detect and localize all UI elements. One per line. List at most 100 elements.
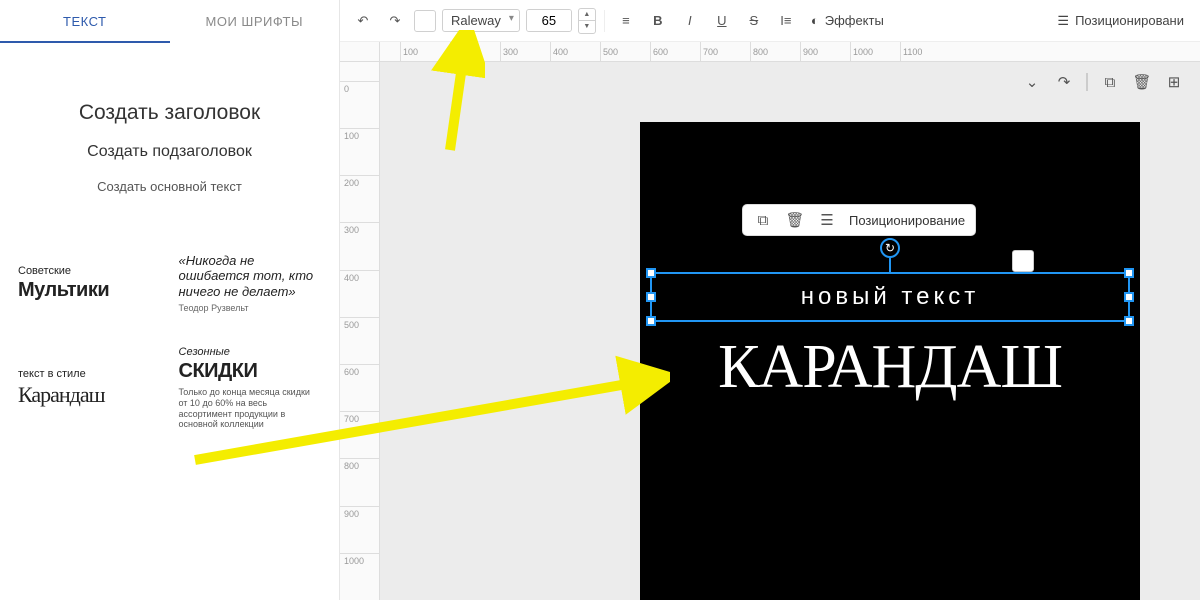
- stepper-down-icon[interactable]: ▼: [579, 21, 595, 33]
- tab-text[interactable]: ТЕКСТ: [0, 0, 170, 43]
- text-presets-grid: Советские Мультики «Никогда не ошибается…: [0, 222, 339, 450]
- undo-button[interactable]: ↶: [350, 8, 376, 34]
- tab-my-fonts[interactable]: МОИ ШРИФТЫ: [170, 0, 340, 43]
- text-preset[interactable]: текст в стиле Карандаш: [18, 346, 161, 430]
- positioning-label: Позиционировани: [1075, 13, 1184, 28]
- strikethrough-button[interactable]: S: [741, 8, 767, 34]
- preset-small-text: Сезонные: [179, 346, 322, 358]
- ruler-tick: 100: [340, 128, 379, 175]
- divider: [604, 10, 605, 32]
- underline-button[interactable]: U: [709, 8, 735, 34]
- resize-handle[interactable]: [1124, 292, 1134, 302]
- resize-handle[interactable]: [646, 268, 656, 278]
- context-positioning-label[interactable]: Позиционирование: [849, 213, 965, 228]
- ruler-tick: 600: [650, 42, 700, 61]
- preset-small-text: текст в стиле: [18, 368, 161, 380]
- font-family-select[interactable]: Raleway: [442, 9, 520, 32]
- duplicate-icon[interactable]: ⧉: [753, 212, 773, 229]
- canvas-area: 100 200 300 400 500 600 700 800 900 1000…: [340, 42, 1200, 600]
- ruler-tick: 900: [340, 506, 379, 553]
- selected-text-element[interactable]: новый текст: [801, 283, 980, 311]
- align-button[interactable]: ≡: [613, 8, 639, 34]
- ruler-tick: 0: [340, 81, 379, 128]
- chevron-down-icon[interactable]: ⌄: [1020, 70, 1044, 94]
- effects-button[interactable]: ◐ Эффекты: [805, 13, 890, 28]
- text-preset[interactable]: «Никогда не ошибается тот, кто ничего не…: [179, 248, 322, 318]
- ruler-tick: 400: [550, 42, 600, 61]
- ruler-tick: 800: [340, 458, 379, 505]
- layers-icon[interactable]: ☰: [817, 211, 837, 229]
- ruler-corner: [340, 42, 380, 62]
- canvas-mini-toolbar: ⌄ ↷ ⧉ 🗑 ⊞: [1020, 70, 1186, 94]
- ruler-tick: [380, 42, 400, 61]
- ruler-tick: 800: [750, 42, 800, 61]
- translate-badge[interactable]: [1012, 250, 1034, 272]
- line-height-button[interactable]: I≡: [773, 8, 799, 34]
- create-heading[interactable]: Создать заголовок: [20, 101, 319, 125]
- ruler-tick: [340, 62, 379, 81]
- redo-button[interactable]: ↷: [382, 8, 408, 34]
- ruler-tick: 500: [600, 42, 650, 61]
- preset-bold-text: СКИДКИ: [179, 360, 322, 383]
- font-size-stepper[interactable]: ▲ ▼: [578, 8, 596, 34]
- preset-pencil-text: Карандаш: [18, 382, 161, 408]
- text-selection-box[interactable]: ⧉ 🗑 ☰ Позиционирование новый текст: [650, 272, 1130, 322]
- pencil-title-text[interactable]: Карандаш: [640, 332, 1140, 403]
- font-size-input-wrap: [526, 9, 572, 32]
- text-preset[interactable]: Сезонные СКИДКИ Только до конца месяца с…: [179, 346, 322, 430]
- editor-main: ↶ ↷ Raleway ▲ ▼ ≡ B I U S I≡ ◐ Эффекты: [340, 0, 1200, 600]
- create-subheading[interactable]: Создать подзаголовок: [20, 143, 319, 161]
- ruler-tick: 100: [400, 42, 450, 61]
- ruler-tick: 300: [500, 42, 550, 61]
- duplicate-icon[interactable]: ⧉: [1098, 70, 1122, 94]
- ruler-tick: 1000: [850, 42, 900, 61]
- text-color-swatch[interactable]: [414, 10, 436, 32]
- redo-icon[interactable]: ↷: [1052, 70, 1076, 94]
- text-sample-list: Создать заголовок Создать подзаголовок С…: [0, 43, 339, 222]
- ruler-tick: 200: [340, 175, 379, 222]
- effects-icon: ◐: [811, 13, 819, 28]
- layers-icon: ☰: [1057, 13, 1069, 29]
- italic-button[interactable]: I: [677, 8, 703, 34]
- preset-bold-text: Мультики: [18, 279, 161, 302]
- top-toolbar: ↶ ↷ Raleway ▲ ▼ ≡ B I U S I≡ ◐ Эффекты: [340, 0, 1200, 42]
- stepper-up-icon[interactable]: ▲: [579, 9, 595, 22]
- preset-description: Только до конца месяца скидки от 10 до 6…: [179, 387, 322, 430]
- bold-button[interactable]: B: [645, 8, 671, 34]
- effects-label: Эффекты: [825, 13, 884, 28]
- ruler-vertical[interactable]: 0 100 200 300 400 500 600 700 800 900 10…: [340, 62, 380, 600]
- trash-icon[interactable]: 🗑: [1130, 70, 1154, 94]
- resize-handle[interactable]: [1124, 268, 1134, 278]
- text-preset[interactable]: Советские Мультики: [18, 248, 161, 318]
- resize-handle[interactable]: [1124, 316, 1134, 326]
- font-size-input[interactable]: [527, 10, 571, 31]
- ruler-tick: 600: [340, 364, 379, 411]
- sidebar-tabs: ТЕКСТ МОИ ШРИФТЫ: [0, 0, 339, 43]
- add-icon[interactable]: ⊞: [1162, 70, 1186, 94]
- preset-small-text: Советские: [18, 265, 161, 277]
- ruler-tick: 500: [340, 317, 379, 364]
- ruler-tick: 1000: [340, 553, 379, 600]
- canvas-viewport[interactable]: ⌄ ↷ ⧉ 🗑 ⊞ ⧉ 🗑 ☰ Позиционирование: [380, 62, 1200, 600]
- sidebar: ТЕКСТ МОИ ШРИФТЫ Создать заголовок Созда…: [0, 0, 340, 600]
- artboard[interactable]: ⧉ 🗑 ☰ Позиционирование новый текст: [640, 122, 1140, 600]
- resize-handle[interactable]: [646, 292, 656, 302]
- ruler-horizontal[interactable]: 100 200 300 400 500 600 700 800 900 1000…: [380, 42, 1200, 62]
- preset-author: Теодор Рузвельт: [179, 303, 322, 313]
- ruler-tick: 700: [700, 42, 750, 61]
- divider: [1086, 73, 1088, 91]
- positioning-button[interactable]: ☰ Позиционировани: [1051, 13, 1190, 29]
- ruler-tick: 700: [340, 411, 379, 458]
- ruler-tick: 400: [340, 270, 379, 317]
- context-toolbar: ⧉ 🗑 ☰ Позиционирование: [742, 204, 976, 236]
- ruler-tick: 900: [800, 42, 850, 61]
- rotate-connector: [889, 258, 891, 274]
- ruler-tick: 300: [340, 222, 379, 269]
- trash-icon[interactable]: 🗑: [785, 211, 805, 229]
- ruler-tick: 1100: [900, 42, 950, 61]
- create-body-text[interactable]: Создать основной текст: [20, 179, 319, 194]
- ruler-tick: 200: [450, 42, 500, 61]
- rotate-handle[interactable]: [880, 238, 900, 258]
- preset-quote-text: «Никогда не ошибается тот, кто ничего не…: [179, 253, 322, 300]
- resize-handle[interactable]: [646, 316, 656, 326]
